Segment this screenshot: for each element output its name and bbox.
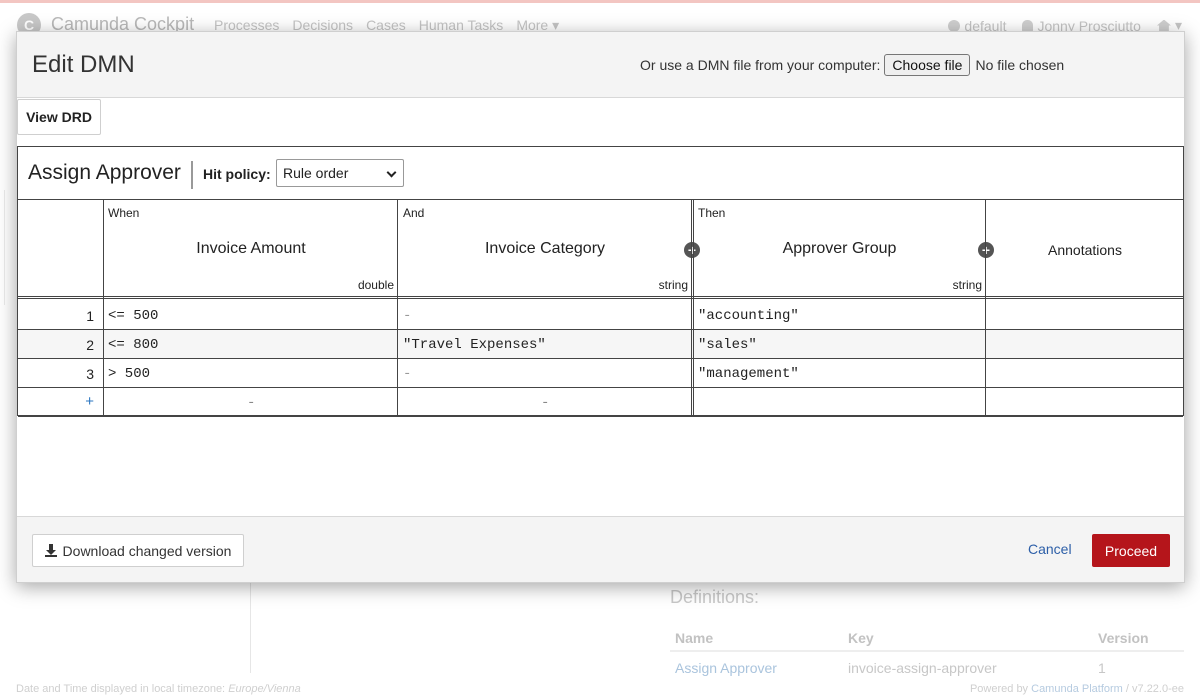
modal-title: Edit DMN	[32, 51, 135, 78]
rule-cell[interactable]: "accounting"	[698, 308, 799, 324]
rule-index: 2	[86, 337, 94, 353]
table-row: Assign Approver invoice-assign-approver …	[670, 652, 1184, 682]
rule-cell[interactable]: "Travel Expenses"	[403, 337, 546, 353]
proceed-button[interactable]: Proceed	[1092, 534, 1170, 567]
cancel-link[interactable]: Cancel	[1028, 541, 1072, 557]
table-row[interactable]: 2 <= 800 "Travel Expenses" "sales"	[18, 330, 1183, 359]
then-clause: Then	[698, 206, 726, 220]
rule-index: 3	[86, 366, 94, 382]
user-icon	[1022, 19, 1034, 32]
modal-footer: Download changed version Cancel Proceed	[17, 516, 1184, 582]
powered-by: Powered by Camunda Platform / v7.22.0-ee	[969, 683, 1184, 695]
th-name: Name	[675, 630, 714, 646]
type-ref-string[interactable]: string	[398, 278, 688, 292]
add-rule-icon[interactable]: +	[18, 393, 94, 410]
annotations-header: Annotations	[1048, 242, 1122, 258]
decision-table: Assign Approver Hit policy: Rule order W…	[17, 146, 1184, 417]
edit-dmn-modal: Edit DMN Or use a DMN file from your com…	[16, 31, 1185, 583]
grid-line	[985, 200, 986, 416]
chevron-down-icon	[386, 167, 397, 178]
definitions-title: Definitions:	[670, 587, 760, 607]
type-ref-string[interactable]: string	[693, 278, 982, 292]
definition-key: invoice-assign-approver	[848, 660, 997, 676]
grid-line	[103, 200, 104, 416]
rule-cell[interactable]: <= 800	[108, 337, 158, 353]
decision-table-header: Assign Approver Hit policy: Rule order	[18, 147, 1183, 200]
timezone-note: Date and Time displayed in local timezon…	[16, 683, 301, 695]
home-icon	[1156, 19, 1171, 32]
empty-cell: -	[247, 395, 256, 411]
bg-divider	[4, 190, 5, 305]
download-changed-version-button[interactable]: Download changed version	[32, 534, 244, 567]
rule-cell[interactable]: > 500	[108, 366, 150, 382]
grid-line	[691, 200, 694, 416]
hit-policy-select[interactable]: Rule order	[276, 159, 404, 187]
rule-cell[interactable]: -	[403, 366, 411, 382]
rule-index: 1	[86, 308, 94, 324]
view-drd-button[interactable]: View DRD	[17, 99, 101, 135]
grid-line	[397, 200, 398, 416]
table-row[interactable]: 3 > 500 - "management"	[18, 359, 1183, 388]
modal-header: Edit DMN Or use a DMN file from your com…	[17, 32, 1184, 98]
empty-cell: -	[541, 395, 550, 411]
camunda-platform-link[interactable]: Camunda Platform	[1031, 683, 1123, 695]
when-clause: When	[108, 206, 140, 220]
input-invoice-category[interactable]: Invoice Category	[398, 240, 692, 258]
bg-divider	[250, 583, 251, 673]
hit-policy-label: Hit policy:	[203, 166, 271, 182]
definition-version: 1	[1098, 660, 1106, 676]
upload-label: Or use a DMN file from your computer:	[640, 57, 881, 73]
definitions-table: Name Key Version Assign Approver invoice…	[670, 622, 1184, 682]
th-version: Version	[1098, 630, 1149, 646]
file-upload: Or use a DMN file from your computer: Ch…	[640, 54, 1064, 76]
input-invoice-amount[interactable]: Invoice Amount	[104, 240, 398, 258]
download-label: Download changed version	[62, 542, 232, 559]
columns-header-row: When Invoice Amount double And Invoice C…	[18, 200, 1183, 299]
rule-cell[interactable]: "management"	[698, 366, 799, 382]
table-header-row: Name Key Version	[670, 622, 1184, 652]
decision-name[interactable]: Assign Approver	[28, 161, 193, 189]
rule-cell[interactable]: -	[403, 308, 411, 324]
and-clause: And	[403, 206, 425, 220]
rule-cell[interactable]: <= 500	[108, 308, 158, 324]
add-rule-row[interactable]: + - -	[18, 388, 1183, 417]
choose-file-button[interactable]: Choose file	[884, 54, 971, 76]
no-file-text: No file chosen	[975, 57, 1065, 73]
download-icon	[44, 544, 57, 557]
type-ref-double[interactable]: double	[104, 278, 394, 292]
info-icon	[948, 19, 961, 32]
output-approver-group[interactable]: Approver Group	[693, 240, 986, 258]
modal-body: View DRD Assign Approver Hit policy: Rul…	[17, 98, 1184, 518]
th-key: Key	[848, 630, 874, 646]
definition-name-link[interactable]: Assign Approver	[675, 660, 777, 676]
table-row[interactable]: 1 <= 500 - "accounting"	[18, 301, 1183, 330]
rule-cell[interactable]: "sales"	[698, 337, 757, 353]
